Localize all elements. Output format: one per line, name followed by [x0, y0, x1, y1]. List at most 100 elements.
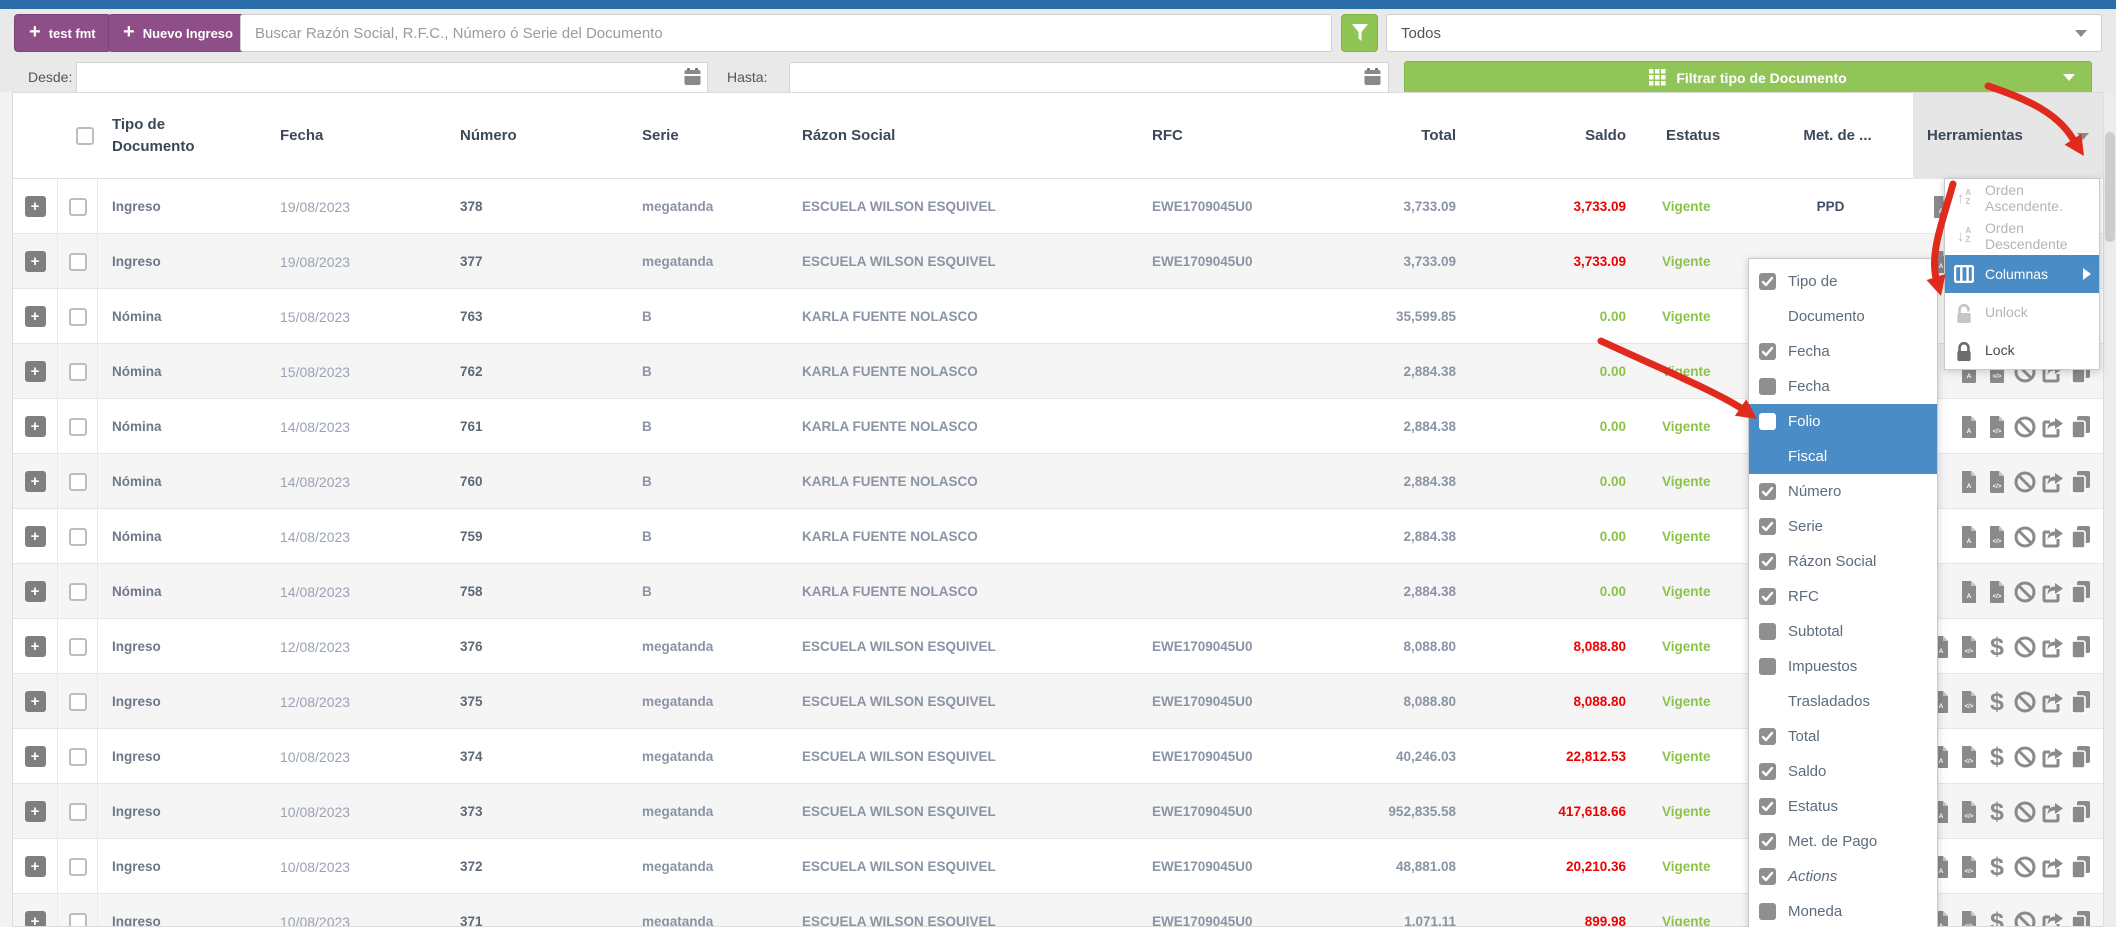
share-icon[interactable] — [2041, 525, 2065, 549]
pdf-file-icon[interactable]: A — [1957, 415, 1981, 439]
share-icon[interactable] — [2041, 910, 2065, 927]
unchecked-checkbox-icon[interactable] — [1759, 903, 1776, 920]
menu-item-orden-ascendente[interactable]: ↑AZOrden Ascendente. — [1945, 179, 2099, 217]
copy-icon[interactable] — [2069, 745, 2093, 769]
column-toggle-total[interactable]: Total — [1749, 719, 1937, 754]
select-all-checkbox[interactable] — [76, 127, 94, 145]
vertical-scrollbar[interactable] — [2104, 92, 2116, 927]
share-icon[interactable] — [2041, 580, 2065, 604]
share-icon[interactable] — [2041, 690, 2065, 714]
checked-checkbox-icon[interactable] — [1759, 483, 1776, 500]
checked-checkbox-icon[interactable] — [1759, 798, 1776, 815]
menu-item-unlock[interactable]: Unlock — [1945, 293, 2099, 331]
share-icon[interactable] — [2041, 470, 2065, 494]
ban-icon[interactable] — [2013, 910, 2037, 927]
column-toggle-moneda[interactable]: Moneda — [1749, 894, 1937, 927]
unchecked-checkbox-icon[interactable] — [1759, 378, 1776, 395]
header-met-de-pago[interactable]: Met. de ... — [1748, 125, 1913, 148]
column-toggle-folio-fiscal[interactable]: FolioFiscal — [1749, 404, 1937, 474]
ban-icon[interactable] — [2013, 855, 2037, 879]
row-checkbox[interactable] — [69, 583, 87, 601]
column-toggle-fecha[interactable]: Fecha — [1749, 334, 1937, 369]
xml-file-icon[interactable]: </> — [1957, 635, 1981, 659]
xml-file-icon[interactable]: </> — [1957, 855, 1981, 879]
row-checkbox[interactable] — [69, 198, 87, 216]
column-toggle-r-zon-social[interactable]: Rázon Social — [1749, 544, 1937, 579]
header-fecha[interactable]: Fecha — [266, 125, 446, 148]
column-toggle-rfc[interactable]: RFC — [1749, 579, 1937, 614]
expand-row-button[interactable]: + — [25, 416, 46, 437]
expand-row-button[interactable]: + — [25, 251, 46, 272]
xml-file-icon[interactable]: </> — [1957, 690, 1981, 714]
dollar-icon[interactable]: $ — [1985, 855, 2009, 879]
desde-date-input[interactable] — [76, 62, 708, 93]
row-checkbox[interactable] — [69, 803, 87, 821]
unchecked-checkbox-icon[interactable] — [1759, 413, 1776, 430]
expand-row-button[interactable]: + — [25, 581, 46, 602]
ban-icon[interactable] — [2013, 800, 2037, 824]
share-icon[interactable] — [2041, 745, 2065, 769]
xml-file-icon[interactable]: </> — [1985, 415, 2009, 439]
checked-checkbox-icon[interactable] — [1759, 273, 1776, 290]
pdf-file-icon[interactable]: A — [1957, 525, 1981, 549]
header-razon-social[interactable]: Rázon Social — [788, 125, 1138, 148]
column-toggle-impuestos-trasladados[interactable]: Impuestos Trasladados — [1749, 649, 1937, 719]
ban-icon[interactable] — [2013, 525, 2037, 549]
search-input[interactable] — [240, 14, 1332, 52]
xml-file-icon[interactable]: </> — [1985, 525, 2009, 549]
header-total[interactable]: Total — [1308, 125, 1478, 148]
copy-icon[interactable] — [2069, 470, 2093, 494]
column-toggle-estatus[interactable]: Estatus — [1749, 789, 1937, 824]
xml-file-icon[interactable]: </> — [1957, 745, 1981, 769]
expand-row-button[interactable]: + — [25, 746, 46, 767]
copy-icon[interactable] — [2069, 690, 2093, 714]
row-checkbox[interactable] — [69, 418, 87, 436]
column-toggle-serie[interactable]: Serie — [1749, 509, 1937, 544]
row-checkbox[interactable] — [69, 858, 87, 876]
ban-icon[interactable] — [2013, 470, 2037, 494]
ban-icon[interactable] — [2013, 580, 2037, 604]
ban-icon[interactable] — [2013, 690, 2037, 714]
row-checkbox[interactable] — [69, 363, 87, 381]
checked-checkbox-icon[interactable] — [1759, 343, 1776, 360]
column-toggle-met-de-pago[interactable]: Met. de Pago — [1749, 824, 1937, 859]
share-icon[interactable] — [2041, 415, 2065, 439]
dollar-icon[interactable]: $ — [1985, 800, 2009, 824]
row-checkbox[interactable] — [69, 693, 87, 711]
expand-row-button[interactable]: + — [25, 636, 46, 657]
copy-icon[interactable] — [2069, 415, 2093, 439]
copy-icon[interactable] — [2069, 910, 2093, 927]
expand-row-button[interactable]: + — [25, 306, 46, 327]
ban-icon[interactable] — [2013, 635, 2037, 659]
unchecked-checkbox-icon[interactable] — [1759, 623, 1776, 640]
share-icon[interactable] — [2041, 635, 2065, 659]
header-serie[interactable]: Serie — [628, 125, 788, 148]
copy-icon[interactable] — [2069, 855, 2093, 879]
herramientas-menu-caret[interactable] — [2077, 133, 2089, 140]
checked-checkbox-icon[interactable] — [1759, 553, 1776, 570]
header-rfc[interactable]: RFC — [1138, 125, 1308, 148]
column-toggle-fecha[interactable]: Fecha — [1749, 369, 1937, 404]
calendar-icon[interactable] — [1364, 68, 1381, 86]
menu-item-columnas[interactable]: Columnas — [1945, 255, 2099, 293]
header-tipo-documento[interactable]: Tipo de Documento — [98, 114, 218, 159]
row-checkbox[interactable] — [69, 253, 87, 271]
expand-row-button[interactable]: + — [25, 856, 46, 877]
checked-checkbox-icon[interactable] — [1759, 518, 1776, 535]
nuevo-ingreso-button[interactable]: + Nuevo Ingreso — [108, 14, 248, 52]
expand-row-button[interactable]: + — [25, 526, 46, 547]
expand-row-button[interactable]: + — [25, 801, 46, 822]
row-checkbox[interactable] — [69, 308, 87, 326]
scrollbar-thumb[interactable] — [2105, 132, 2115, 242]
column-toggle-tipo-de-documento[interactable]: Tipo deDocumento — [1749, 264, 1937, 334]
expand-row-button[interactable]: + — [25, 361, 46, 382]
menu-item-lock[interactable]: Lock — [1945, 331, 2099, 369]
share-icon[interactable] — [2041, 800, 2065, 824]
column-toggle-subtotal[interactable]: Subtotal — [1749, 614, 1937, 649]
ban-icon[interactable] — [2013, 745, 2037, 769]
calendar-icon[interactable] — [684, 68, 701, 86]
hasta-date-input[interactable] — [789, 62, 1389, 93]
checked-checkbox-icon[interactable] — [1759, 728, 1776, 745]
copy-icon[interactable] — [2069, 580, 2093, 604]
column-toggle-n-mero[interactable]: Número — [1749, 474, 1937, 509]
